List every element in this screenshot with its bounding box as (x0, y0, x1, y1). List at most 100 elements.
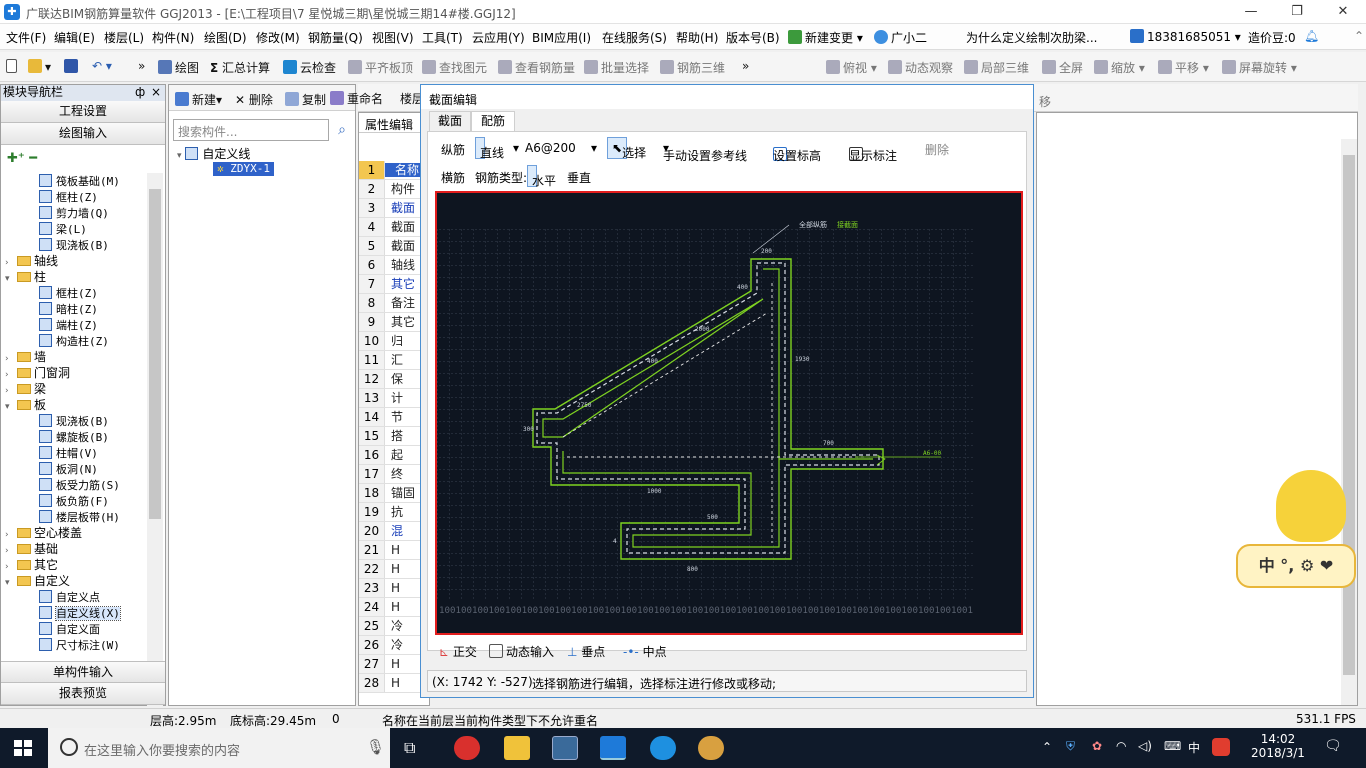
rebar-spec-input[interactable]: A6@200 (525, 141, 576, 155)
bell-icon[interactable]: 🔔︎ (1304, 29, 1319, 43)
keyboard-icon[interactable]: ⌨ (1164, 739, 1181, 753)
tree-item[interactable]: 现浇板(B) (39, 237, 109, 253)
property-row[interactable]: 17 终 (359, 465, 429, 484)
tray-app-icon[interactable]: ✿ (1092, 739, 1102, 753)
property-row[interactable]: 24 H (359, 598, 429, 617)
collapse-ribbon-icon[interactable]: ⌃ (1354, 29, 1364, 43)
paint-app-icon[interactable] (698, 736, 724, 760)
property-row[interactable]: 9 其它 (359, 313, 429, 332)
toolbar-overflow-2-icon[interactable]: » (742, 59, 749, 73)
property-row[interactable]: 3 截面 (359, 199, 429, 218)
task-view-icon[interactable]: ⧉ (404, 738, 415, 758)
tree-item[interactable]: 构造柱(Z) (39, 333, 109, 349)
notification-icon[interactable]: 🗨︎ (1324, 738, 1342, 754)
security-shield-icon[interactable]: ⛨ (1066, 739, 1075, 754)
property-row[interactable]: 16 起 (359, 446, 429, 465)
dyn-view-button[interactable]: 动态观察 (888, 59, 953, 76)
vertical-button[interactable]: 垂直 (567, 169, 591, 186)
menu-component[interactable]: 构件(N) (152, 29, 194, 46)
project-settings-button[interactable]: 工程设置 (1, 101, 165, 123)
mascot-widget[interactable]: 中 °, ⚙ ❤ (1236, 470, 1356, 588)
menu-version[interactable]: 版本号(B) (726, 29, 780, 46)
dynamic-input-button[interactable]: 动态输入 (489, 643, 554, 660)
open-file-icon[interactable]: ▾ (28, 59, 51, 74)
tree-item[interactable]: 剪力墙(Q) (39, 205, 109, 221)
nav-close-icon[interactable]: × (151, 85, 161, 100)
midpoint-button[interactable]: -•- 中点 (623, 643, 667, 660)
property-row[interactable]: 14 节 (359, 408, 429, 427)
xiaoer-button[interactable]: 广小二 (874, 29, 927, 46)
copy-component-button[interactable]: 复制 (285, 91, 326, 108)
tree-folder[interactable]: ▾ 柱 (5, 269, 46, 285)
tree-item[interactable]: 尺寸标注(W) (39, 637, 120, 653)
tree-item[interactable]: 板负筋(F) (39, 493, 109, 509)
tree-item[interactable]: 框柱(Z) (39, 189, 98, 205)
property-row[interactable]: 19 抗 (359, 503, 429, 522)
menu-rebar-qty[interactable]: 钢筋量(Q) (308, 29, 363, 46)
tree-item[interactable]: 自定义线(X) (39, 605, 121, 621)
property-row[interactable]: 2 构件 (359, 180, 429, 199)
property-row[interactable]: 5 截面 (359, 237, 429, 256)
price-bean[interactable]: 造价豆:0 (1248, 29, 1296, 46)
property-row[interactable]: 13 计 (359, 389, 429, 408)
menu-bim[interactable]: BIM应用(I) (532, 29, 591, 46)
menu-modify[interactable]: 修改(M) (256, 29, 300, 46)
undo-icon[interactable]: ↶ ▾ (92, 59, 112, 73)
tree-item[interactable]: 端柱(Z) (39, 317, 98, 333)
cad-app-icon[interactable] (552, 736, 578, 760)
tree-item[interactable]: 螺旋板(B) (39, 429, 109, 445)
tree-folder[interactable]: ▾ 自定义 (5, 573, 70, 589)
section-canvas[interactable]: 200 400 1930 2000 400 2750 300 700 1000 500 800… (435, 191, 1023, 635)
menu-floor[interactable]: 楼层(L) (104, 29, 144, 46)
property-row[interactable]: 11 汇 (359, 351, 429, 370)
find-element-button[interactable]: 查找图元 (422, 59, 487, 76)
property-row[interactable]: 8 备注 (359, 294, 429, 313)
tree-item[interactable]: 梁(L) (39, 221, 87, 237)
windows-start-icon[interactable] (14, 740, 32, 756)
menu-edit[interactable]: 编辑(E) (54, 29, 95, 46)
select-button[interactable]: ⬉ 选择 (607, 137, 646, 160)
tree-expander-icon[interactable]: ▾ (5, 575, 15, 591)
tree-item[interactable]: 板洞(N) (39, 461, 98, 477)
draw-button[interactable]: 绘图 (158, 59, 199, 76)
sum-calc-button[interactable]: Σ 汇总计算 (210, 59, 270, 76)
tree-item[interactable]: 柱帽(V) (39, 445, 98, 461)
tree-item[interactable]: 框柱(Z) (39, 285, 98, 301)
cloud-check-button[interactable]: 云检查 (283, 59, 336, 76)
property-row[interactable]: 23 H (359, 579, 429, 598)
user-account[interactable]: 18381685051 ▾ (1130, 29, 1241, 44)
property-row[interactable]: 18 锚固 (359, 484, 429, 503)
batch-select-button[interactable]: 批量选择 (584, 59, 649, 76)
line-mode-button[interactable]: 直线 (475, 137, 504, 160)
mascot-toolbar[interactable]: 中 °, ⚙ ❤ (1236, 544, 1356, 588)
local-3d-button[interactable]: 局部三维 (964, 59, 1029, 76)
pin-icon[interactable]: ф (135, 85, 145, 100)
property-row[interactable]: 20 混 (359, 522, 429, 541)
top-view-button[interactable]: 俯视 ▾ (826, 59, 877, 76)
ortho-button[interactable]: ⊾ 正交 (439, 643, 477, 660)
collapse-icon[interactable]: ▾ (177, 151, 182, 161)
perpendicular-button[interactable]: ⊥ 垂点 (567, 643, 605, 660)
tree-item[interactable]: 暗柱(Z) (39, 301, 98, 317)
tree-item[interactable]: 自定义面 (39, 621, 100, 637)
right-scroll-thumb[interactable] (1343, 155, 1355, 675)
property-tab[interactable]: 属性编辑 (359, 113, 429, 133)
tree-item[interactable]: 筏板基础(M) (39, 173, 120, 189)
tree-expander-icon[interactable]: ▾ (5, 399, 15, 415)
align-top-button[interactable]: 平齐板顶 (348, 59, 413, 76)
save-icon[interactable] (64, 59, 81, 74)
property-row[interactable]: 10 归 (359, 332, 429, 351)
tree-expander-icon[interactable]: ▾ (5, 271, 15, 287)
property-row[interactable]: 22 H (359, 560, 429, 579)
right-scrollbar[interactable] (1341, 139, 1357, 705)
ime-indicator[interactable]: 中 (1188, 739, 1200, 756)
clock[interactable]: 14:02 2018/3/1 (1248, 732, 1308, 760)
tree-item[interactable]: 现浇板(B) (39, 413, 109, 429)
network-icon[interactable]: ◠ (1116, 739, 1126, 753)
tree-folder[interactable]: › 门窗洞 (5, 365, 70, 381)
fullscreen-button[interactable]: 全屏 (1042, 59, 1083, 76)
rename-button[interactable]: 重命名 (330, 90, 383, 107)
menu-file[interactable]: 文件(F) (6, 29, 46, 46)
property-row[interactable]: 21 H (359, 541, 429, 560)
glodon-app-icon[interactable] (600, 736, 626, 760)
